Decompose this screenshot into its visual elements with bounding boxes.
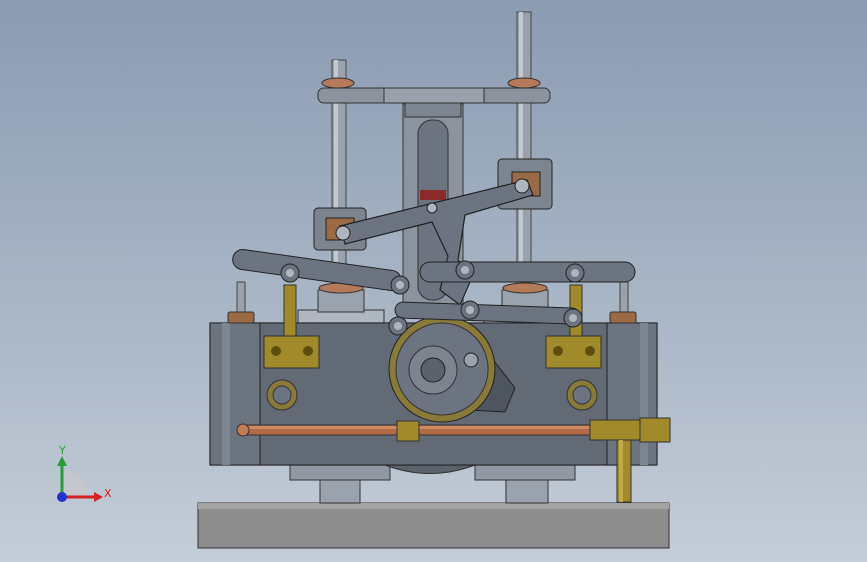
engine-model-3d-view[interactable]: Y X [0, 0, 867, 562]
flywheel-bottom[interactable] [384, 464, 476, 474]
triad-x-label: X [104, 487, 112, 500]
lower-bearing-right[interactable] [474, 464, 576, 504]
lower-bearing-left[interactable] [289, 464, 391, 504]
base-plate[interactable] [197, 502, 670, 549]
triad-z-axis [57, 492, 67, 502]
triad-arc [62, 470, 89, 497]
top-cross-plate[interactable] [317, 77, 551, 118]
graphics-viewport[interactable]: Y X [0, 0, 867, 562]
link-arm-right[interactable] [419, 260, 636, 283]
coordinate-triad[interactable]: Y X [57, 444, 112, 502]
port-boss-right[interactable] [566, 379, 598, 411]
triad-y-label: Y [58, 444, 66, 457]
port-boss-left[interactable] [266, 379, 298, 411]
link-arm-left[interactable] [231, 248, 402, 291]
